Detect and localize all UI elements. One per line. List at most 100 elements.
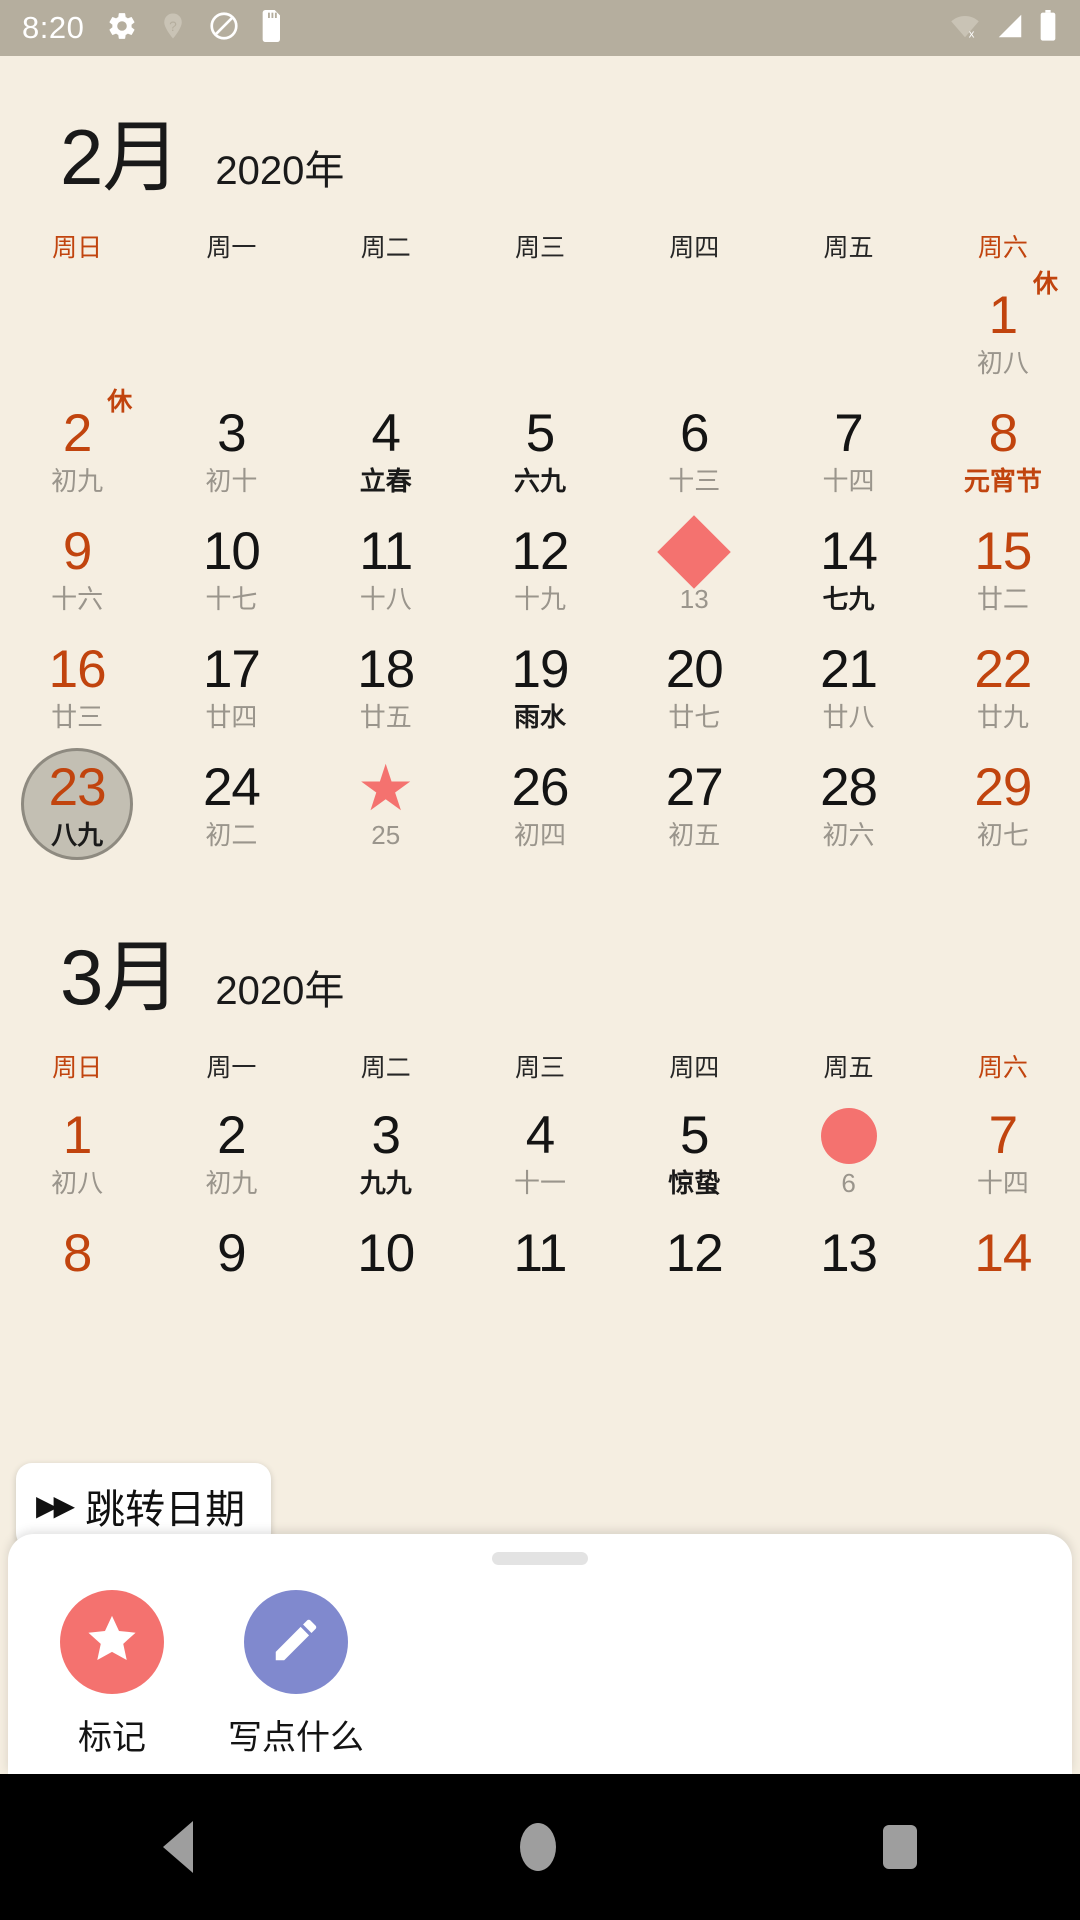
calendar-day-cell[interactable]: 休 1 初八 [926,270,1080,400]
calendar-day-cell[interactable]: 11 十八 [309,518,463,636]
day-marker: ★ [357,756,414,820]
day-lunar-label: 廿八 [822,702,875,732]
weekday-tuesday: 周二 [360,1054,411,1082]
status-bar-clock: 8:20 [22,10,85,45]
calendar-day-cell[interactable]: 7 十四 [771,400,925,518]
day-number: 16 [48,640,107,699]
calendar-day-cell[interactable]: 26 初四 [463,754,617,872]
day-number: 29 [974,758,1032,817]
day-number: 9 [217,1224,247,1283]
calendar-day-cell[interactable]: 14 [926,1220,1080,1338]
calendar-day-cell[interactable]: 1 初八 [0,1102,154,1220]
calendar-day-cell[interactable]: 7 十四 [926,1102,1080,1220]
weekday-monday: 周一 [206,1054,257,1082]
day-number: 27 [665,758,724,817]
calendar-day-cell[interactable]: 19 雨水 [463,636,617,754]
calendar-week-row: 23 八九 24 初二 ★ 25 26 初四 27 初五 28 初六 29 初七 [0,748,1080,872]
day-number: 18 [357,640,415,699]
calendar-day-cell[interactable]: 15 廿二 [926,518,1080,636]
calendar-day-cell[interactable]: 14 七九 [771,518,925,636]
calendar-day-cell[interactable]: 8 元宵节 [926,400,1080,518]
status-bar-left-icons: ? [106,9,284,47]
write-action[interactable]: 写点什么 [216,1590,376,1759]
day-number: 22 [974,640,1032,699]
calendar-day-cell[interactable]: 11 [463,1220,617,1338]
calendar-day-cell[interactable]: 12 [617,1220,771,1338]
calendar-day-cell[interactable]: ★ 25 [309,754,463,872]
calendar-day-cell[interactable]: 17 廿四 [154,636,308,754]
calendar-day-empty [309,282,463,400]
calendar-day-cell[interactable]: 6 十三 [617,400,771,518]
day-number: 4 [525,1106,556,1165]
calendar-day-cell[interactable]: 13 [617,515,771,636]
calendar-day-cell[interactable]: 24 初二 [154,754,308,872]
back-button[interactable] [163,1821,194,1873]
mark-action[interactable]: 标记 [32,1590,192,1759]
calendar-day-cell[interactable]: 12 十九 [463,518,617,636]
calendar-day-empty [617,282,771,400]
calendar-day-cell[interactable]: 5 惊蛰 [617,1102,771,1220]
day-number: 7 [988,1106,1019,1165]
day-number: 28 [820,758,878,817]
day-number: 3 [217,404,247,463]
calendar-day-cell[interactable]: 23 八九 [0,748,154,872]
weekday-header-february: 周日 周一 周二 周三 周四 周五 周六 [0,228,1080,264]
day-lunar-label: 元宵节 [963,466,1042,496]
day-number: 14 [820,522,878,581]
star-icon [83,1611,141,1674]
day-number: 12 [665,1224,724,1283]
day-number: 1 [988,286,1019,345]
weekday-friday: 周五 [823,1054,874,1082]
month-label: 3月 [60,933,180,1021]
day-lunar-label: 初七 [976,820,1029,850]
calendar-day-cell[interactable]: 29 初七 [926,754,1080,872]
day-number: 8 [62,1224,93,1283]
day-lunar-label: 十九 [513,584,566,614]
weekday-saturday: 周六 [977,1054,1028,1082]
day-number: 8 [988,404,1019,463]
calendar-day-cell[interactable]: 28 初六 [771,754,925,872]
write-button[interactable] [244,1590,348,1694]
calendar-day-cell[interactable]: 4 十一 [463,1102,617,1220]
weekday-friday: 周五 [823,234,874,262]
day-lunar-label: 6 [841,1168,856,1198]
calendar-day-cell[interactable]: 22 廿九 [926,636,1080,754]
calendar-day-cell[interactable]: 13 [771,1220,925,1338]
calendar-week-row: 休 2 初九 3 初十 4 立春 5 六九 6 十三 7 十四 8 元宵节 [0,388,1080,518]
calendar-day-cell[interactable]: 6 [771,1102,925,1220]
day-number: 1 [62,1106,93,1165]
day-number: 9 [62,522,93,581]
wifi-off-icon: x [948,11,982,46]
home-button[interactable] [519,1823,556,1871]
calendar-day-cell[interactable]: 16 廿三 [0,636,154,754]
calendar-day-cell[interactable]: 3 九九 [309,1102,463,1220]
calendar-day-cell[interactable]: 21 廿八 [771,636,925,754]
calendar-day-cell[interactable]: 8 [0,1220,154,1338]
day-number: 23 [48,758,107,817]
do-not-disturb-icon [208,10,240,47]
calendar-week-row: 休 1 初八 [0,270,1080,400]
day-lunar-label: 初十 [205,466,258,496]
calendar-day-cell[interactable]: 10 [309,1220,463,1338]
calendar-day-cell[interactable]: 5 六九 [463,400,617,518]
day-number: 3 [371,1106,401,1165]
day-lunar-label: 廿四 [205,702,258,732]
recents-button[interactable] [882,1825,917,1869]
day-lunar-label: 七九 [822,584,875,614]
calendar-day-cell[interactable]: 9 十六 [0,518,154,636]
calendar-day-cell[interactable]: 2 初九 [154,1102,308,1220]
sheet-drag-handle[interactable] [492,1552,588,1565]
mark-button[interactable] [60,1590,164,1694]
calendar-day-cell[interactable]: 10 十七 [154,518,308,636]
calendar-day-cell[interactable]: 休 2 初九 [0,388,154,518]
calendar-day-cell[interactable]: 4 立春 [309,400,463,518]
calendar-day-cell[interactable]: 9 [154,1220,308,1338]
day-lunar-label: 廿七 [668,702,721,732]
day-lunar-label: 初六 [822,820,875,850]
calendar-day-cell[interactable]: 3 初十 [154,400,308,518]
calendar-day-cell[interactable]: 27 初五 [617,754,771,872]
calendar-day-cell[interactable]: 20 廿七 [617,636,771,754]
calendar-day-cell[interactable]: 18 廿五 [309,636,463,754]
day-lunar-label: 惊蛰 [668,1168,721,1198]
sd-card-icon [260,9,284,47]
